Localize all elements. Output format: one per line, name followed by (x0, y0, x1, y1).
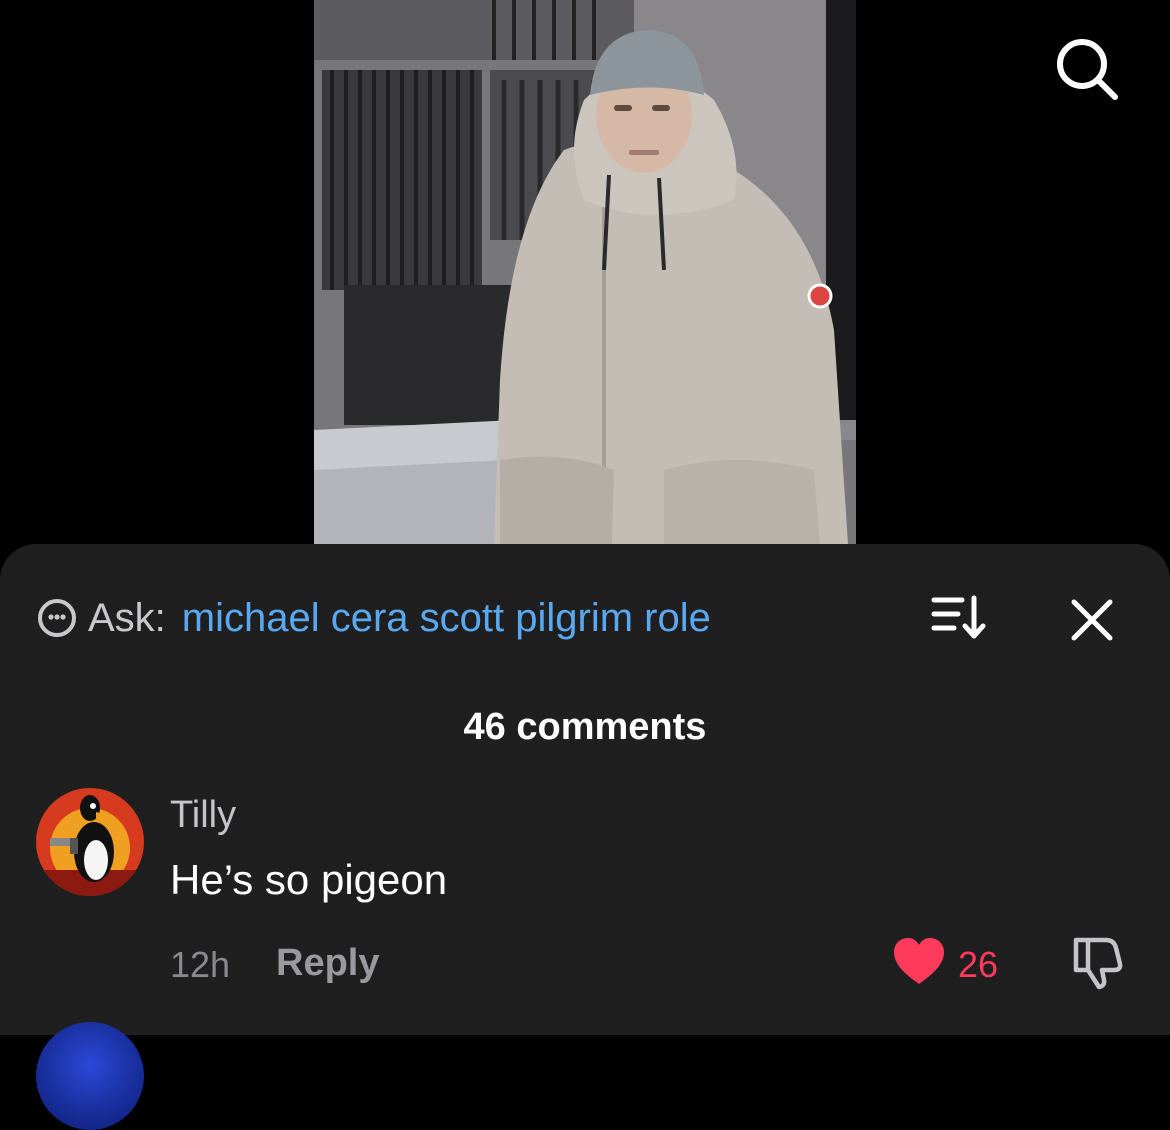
dislike-button[interactable] (1068, 934, 1126, 990)
comments-count: 46 comments (463, 706, 707, 748)
comment-text: He’s so pigeon (170, 856, 448, 903)
sort-comments-button[interactable] (928, 592, 990, 644)
search-icon (1057, 39, 1118, 100)
close-button[interactable] (1064, 592, 1120, 648)
close-icon (1071, 599, 1113, 641)
like-button[interactable] (892, 936, 946, 988)
thumbs-down-icon (1073, 937, 1123, 990)
comments-sheet: Ask: michael cera scott pilgrim role 46 … (0, 544, 1170, 1130)
ask-search-bar[interactable]: Ask: michael cera scott pilgrim role (36, 596, 711, 640)
video-player[interactable] (0, 0, 1170, 560)
video-still-image (314, 0, 856, 544)
avatar[interactable] (36, 788, 144, 896)
penguin-avatar (36, 788, 144, 896)
assistant-face-icon (38, 599, 76, 637)
ask-label: Ask: (88, 595, 166, 640)
video-frame[interactable] (314, 0, 856, 544)
sort-icon (931, 595, 986, 639)
search-button[interactable] (1048, 30, 1124, 106)
reply-button[interactable]: Reply (276, 942, 379, 985)
like-count: 26 (958, 944, 999, 985)
comment-timestamp: 12h (170, 944, 231, 985)
heart-icon (894, 938, 944, 984)
ask-query-link[interactable]: michael cera scott pilgrim role (182, 596, 711, 641)
comment-item: Tilly He’s so pigeon 12h Reply 26 (0, 784, 1170, 1004)
next-comment-avatar[interactable] (36, 1022, 144, 1130)
comment-username[interactable]: Tilly (170, 794, 236, 837)
